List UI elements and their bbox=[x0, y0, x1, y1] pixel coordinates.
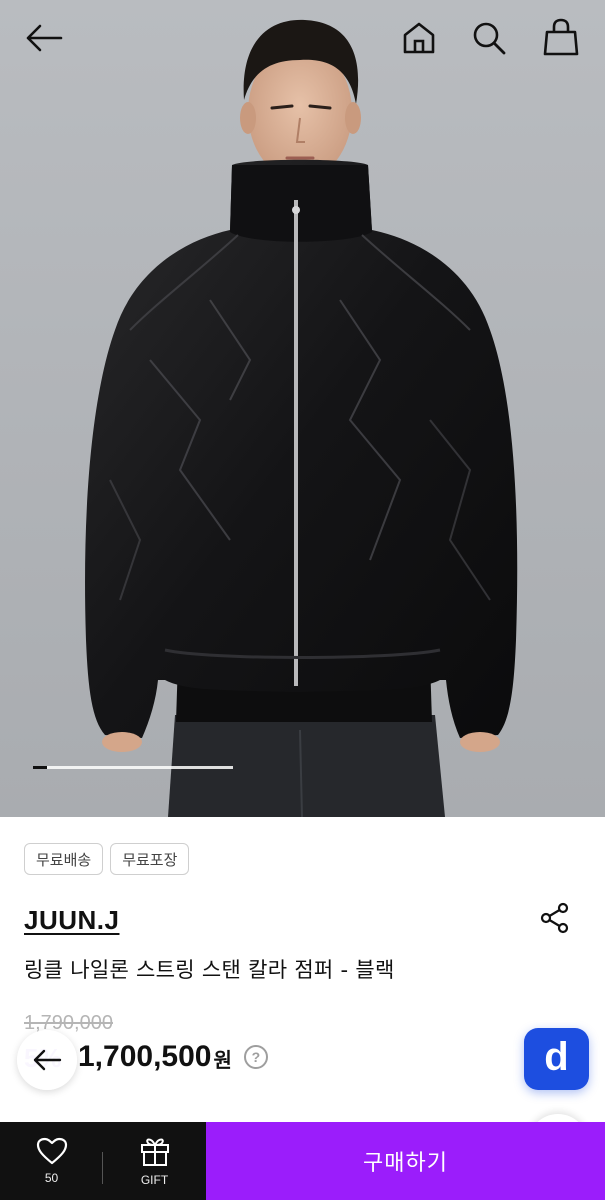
free-shipping-tag: 무료배송 bbox=[24, 843, 104, 875]
product-name: 링클 나일론 스트링 스탠 칼라 점퍼 - 블랙 bbox=[24, 958, 395, 982]
like-count: 50 bbox=[44, 1171, 59, 1185]
shopping-bag-icon bbox=[543, 18, 579, 56]
buy-button[interactable]: 구매하기 bbox=[206, 1122, 605, 1200]
d-logo: d bbox=[544, 1035, 569, 1079]
bottom-action-bar: 50 GIFT 구매하기 bbox=[0, 1122, 605, 1200]
shipping-tags: 무료배송 무료포장 bbox=[24, 843, 190, 875]
sale-price: 1,700,500 bbox=[78, 1040, 212, 1073]
share-button[interactable] bbox=[534, 897, 576, 939]
search-icon bbox=[473, 22, 506, 55]
arrow-left-icon bbox=[33, 1049, 62, 1071]
gift-button[interactable]: GIFT bbox=[103, 1122, 206, 1200]
sale-price-row: 1,700,500 원 ? bbox=[78, 1040, 268, 1074]
gift-label: GIFT bbox=[140, 1173, 169, 1187]
product-image[interactable] bbox=[0, 0, 605, 817]
like-button[interactable]: 50 bbox=[0, 1122, 103, 1200]
product-photo-illustration bbox=[85, 19, 518, 817]
buy-button-label: 구매하기 bbox=[363, 1151, 448, 1176]
free-wrapping-tag: 무료포장 bbox=[110, 843, 190, 875]
prev-image-button[interactable] bbox=[17, 1030, 77, 1090]
gallery-progress-fill bbox=[33, 766, 47, 769]
back-button[interactable] bbox=[20, 18, 68, 58]
gallery-progress-bar bbox=[33, 766, 233, 769]
gift-icon bbox=[140, 1138, 169, 1166]
d-floating-button[interactable]: d bbox=[524, 1028, 589, 1090]
arrow-left-icon bbox=[26, 24, 63, 52]
top-bar bbox=[0, 0, 605, 80]
heart-icon bbox=[36, 1137, 67, 1165]
question-circle-icon[interactable]: ? bbox=[243, 1045, 268, 1069]
share-icon bbox=[540, 902, 569, 934]
brand-link[interactable]: JUUN.J bbox=[24, 905, 119, 936]
currency-label: 원 bbox=[213, 1048, 232, 1072]
home-button[interactable] bbox=[397, 16, 441, 60]
search-button[interactable] bbox=[467, 16, 511, 60]
home-icon bbox=[403, 22, 435, 54]
cart-button[interactable] bbox=[539, 14, 583, 60]
